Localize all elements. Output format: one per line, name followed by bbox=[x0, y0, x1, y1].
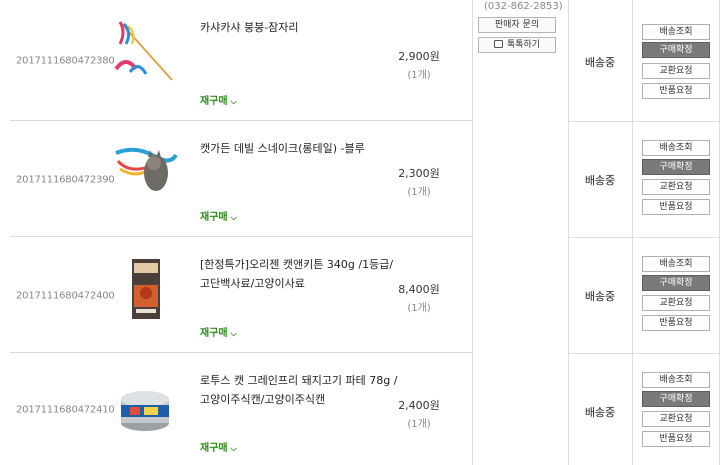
return-request-button[interactable]: 반품요청 bbox=[642, 199, 710, 215]
chevron-down-icon: ⌵ bbox=[230, 329, 237, 338]
track-delivery-button[interactable]: 배송조회 bbox=[642, 24, 710, 40]
product-thumbnail[interactable] bbox=[110, 14, 180, 84]
delivery-status: 배송중 bbox=[584, 290, 616, 303]
exchange-request-button[interactable]: 교환요청 bbox=[642, 179, 710, 195]
product-title[interactable]: 카샤카샤 붕붕-잠자리 bbox=[200, 18, 400, 37]
order-number: 2017111680472390 bbox=[16, 174, 115, 185]
price: 2,900원 bbox=[398, 50, 440, 63]
order-number: 2017111680472380 bbox=[16, 55, 115, 67]
return-request-button[interactable]: 반품요청 bbox=[642, 315, 710, 331]
product-title[interactable]: 로투스 캣 그레인프리 돼지고기 파테 78g /고양이주식캔/고양이주식캔 bbox=[200, 371, 400, 409]
quantity: (1개) bbox=[407, 303, 431, 314]
return-request-button[interactable]: 반품요청 bbox=[642, 83, 710, 99]
reorder-link[interactable]: 재구매 ⌵ bbox=[200, 208, 237, 223]
chevron-down-icon: ⌵ bbox=[230, 444, 237, 453]
chevron-down-icon: ⌵ bbox=[230, 213, 237, 222]
price: 8,400원 bbox=[398, 283, 440, 296]
delivery-status: 배송중 bbox=[584, 174, 616, 187]
exchange-request-button[interactable]: 교환요청 bbox=[642, 411, 710, 427]
delivery-status: 배송중 bbox=[584, 406, 616, 419]
confirm-purchase-button[interactable]: 구매확정 bbox=[642, 275, 710, 291]
price-block: 2,900원 (1개) bbox=[389, 48, 449, 81]
talk-button[interactable]: 톡톡하기 bbox=[478, 37, 556, 53]
product-thumbnail[interactable] bbox=[110, 373, 180, 443]
order-number: 2017111680472410 bbox=[16, 404, 115, 416]
track-delivery-button[interactable]: 배송조회 bbox=[642, 256, 710, 272]
order-table: 2017111680472380 카샤카샤 붕붕-잠자리 2,900원 (1개)… bbox=[10, 0, 720, 465]
track-delivery-button[interactable]: 배송조회 bbox=[642, 140, 710, 156]
product-thumbnail[interactable] bbox=[110, 255, 180, 325]
seller-contact-button[interactable]: 판매자 문의 bbox=[478, 17, 556, 33]
reorder-label: 재구매 bbox=[200, 443, 228, 454]
seller-contact-label: 판매자 문의 bbox=[494, 20, 540, 30]
price: 2,300원 bbox=[398, 167, 440, 180]
quantity: (1개) bbox=[407, 419, 431, 430]
order-row: 2017111680472400 [한정특가]오리젠 캣앤키튼 340g /1등… bbox=[10, 237, 472, 353]
order-row: 2017111680472390 캣가든 데빌 스네이크(롱테일) -블루 2,… bbox=[10, 121, 472, 237]
column-divider bbox=[472, 0, 473, 465]
reorder-link[interactable]: 재구매 ⌵ bbox=[200, 324, 237, 339]
confirm-purchase-button[interactable]: 구매확정 bbox=[642, 159, 710, 175]
talk-label: 톡톡하기 bbox=[506, 40, 541, 50]
actions-column: 배송조회 구매확정 교환요청 반품요청 배송조회 구매확정 교환요청 반품요청 … bbox=[632, 0, 720, 465]
seller-column: (032-862-2853) 판매자 문의 톡톡하기 bbox=[472, 0, 568, 465]
chat-bubble-icon bbox=[493, 40, 503, 48]
delivery-status: 배송중 bbox=[584, 56, 616, 69]
reorder-label: 재구매 bbox=[200, 212, 228, 223]
order-row: 2017111680472380 카샤카샤 붕붕-잠자리 2,900원 (1개)… bbox=[10, 0, 472, 121]
seller-phone: (032-862-2853) bbox=[484, 1, 563, 12]
quantity: (1개) bbox=[407, 70, 431, 81]
track-delivery-button[interactable]: 배송조회 bbox=[642, 372, 710, 388]
price-block: 8,400원 (1개) bbox=[389, 281, 449, 314]
order-number: 2017111680472400 bbox=[16, 290, 115, 301]
price-block: 2,300원 (1개) bbox=[389, 165, 449, 198]
reorder-link[interactable]: 재구매 ⌵ bbox=[200, 92, 237, 107]
exchange-request-button[interactable]: 교환요청 bbox=[642, 63, 710, 79]
price-block: 2,400원 (1개) bbox=[389, 397, 449, 430]
product-thumbnail[interactable] bbox=[110, 133, 180, 203]
exchange-request-button[interactable]: 교환요청 bbox=[642, 295, 710, 311]
reorder-label: 재구매 bbox=[200, 328, 228, 339]
order-row: 2017111680472410 로투스 캣 그레인프리 돼지고기 파테 78g… bbox=[10, 353, 472, 465]
quantity: (1개) bbox=[407, 187, 431, 198]
return-request-button[interactable]: 반품요청 bbox=[642, 431, 710, 447]
chevron-down-icon: ⌵ bbox=[230, 97, 237, 106]
price: 2,400원 bbox=[398, 399, 440, 412]
reorder-label: 재구매 bbox=[200, 96, 228, 107]
product-title[interactable]: 캣가든 데빌 스네이크(롱테일) -블루 bbox=[200, 139, 400, 158]
reorder-link[interactable]: 재구매 ⌵ bbox=[200, 439, 237, 454]
product-title[interactable]: [한정특가]오리젠 캣앤키튼 340g /1등급/고단백사료/고양이사료 bbox=[200, 255, 400, 293]
confirm-purchase-button[interactable]: 구매확정 bbox=[642, 42, 710, 58]
confirm-purchase-button[interactable]: 구매확정 bbox=[642, 391, 710, 407]
